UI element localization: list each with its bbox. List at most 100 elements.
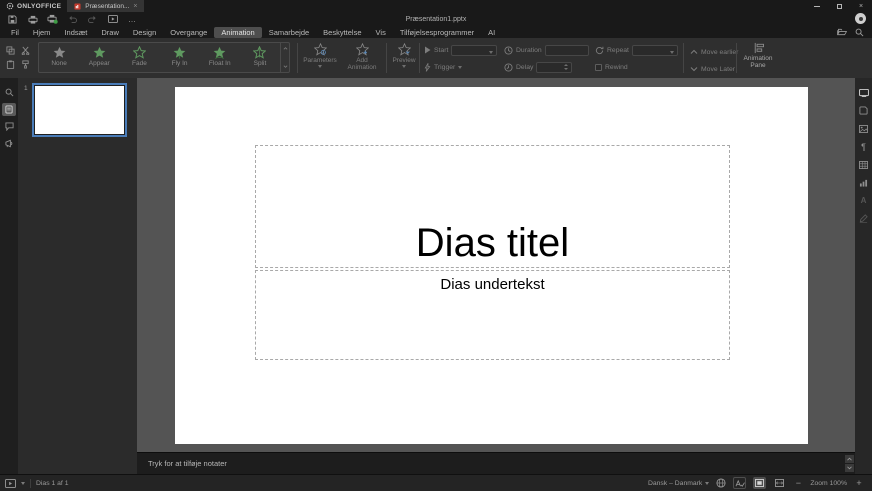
tab-vis[interactable]: Vis — [369, 27, 393, 38]
ribbon-separator — [297, 43, 298, 73]
tab-samarbejde[interactable]: Samarbejde — [262, 27, 316, 38]
find-icon[interactable] — [2, 86, 16, 99]
zoom-in-button[interactable]: + — [854, 478, 864, 488]
trigger-caret-icon[interactable] — [458, 66, 463, 69]
rewind-checkbox[interactable] — [595, 63, 602, 71]
tab-beskyttelse[interactable]: Beskyttelse — [316, 27, 368, 38]
slide-title-text: Dias titel — [415, 221, 570, 265]
document-tab[interactable]: Præsentation... × — [67, 0, 145, 12]
parameters-button[interactable]: Parameters — [300, 43, 340, 69]
textart-settings-icon[interactable]: A — [857, 194, 871, 207]
scroll-up-button[interactable] — [845, 455, 854, 463]
animation-pane-button[interactable]: Animation Pane — [738, 42, 778, 70]
paragraph-settings-icon[interactable]: ¶ — [857, 140, 871, 153]
preview-button[interactable]: Preview — [389, 43, 419, 69]
move-earlier-button[interactable]: Move earlier — [690, 46, 738, 58]
animation-none[interactable]: None — [39, 43, 79, 72]
editor-column: Dias titel Dias undertekst Tryk for at t… — [137, 78, 855, 474]
redo-button[interactable] — [87, 14, 98, 25]
set-language-globe-icon[interactable] — [716, 478, 726, 488]
undo-button[interactable] — [67, 14, 78, 25]
slide-settings-icon[interactable] — [857, 86, 871, 99]
move-later-button[interactable]: Move Later — [690, 63, 735, 75]
zoom-out-button[interactable]: − — [793, 478, 803, 488]
slide[interactable]: Dias titel Dias undertekst — [175, 87, 808, 444]
shape-settings-icon[interactable] — [857, 104, 871, 117]
notes-area[interactable]: Tryk for at tilføje notater — [137, 452, 855, 474]
vertical-scrollbar — [845, 455, 854, 472]
tab-indsaet[interactable]: Indsæt — [57, 27, 94, 38]
print-button[interactable] — [27, 14, 38, 25]
fit-to-width-button[interactable] — [773, 477, 786, 489]
right-settings-toolbar: ¶ A — [855, 78, 872, 474]
tab-fil[interactable]: Fil — [4, 27, 26, 38]
scroll-down-button[interactable] — [845, 464, 854, 472]
save-button[interactable] — [7, 14, 18, 25]
duration-input[interactable] — [544, 44, 589, 56]
more-options-button[interactable]: … — [127, 14, 138, 25]
tab-close-icon[interactable]: × — [133, 3, 137, 10]
chart-settings-icon[interactable] — [857, 176, 871, 189]
table-settings-icon[interactable] — [857, 158, 871, 171]
copy-style-button[interactable] — [19, 58, 32, 70]
tab-ai[interactable]: AI — [481, 27, 502, 38]
animation-float-in[interactable]: Float In — [200, 43, 240, 72]
onlyoffice-logo-icon — [6, 2, 14, 10]
tab-draw[interactable]: Draw — [94, 27, 126, 38]
slide-thumbnail[interactable] — [32, 83, 127, 137]
tab-design[interactable]: Design — [126, 27, 163, 38]
gallery-scroll-buttons[interactable] — [280, 43, 289, 72]
add-animation-icon — [355, 43, 369, 56]
language-selector[interactable]: Dansk – Danmark — [648, 480, 710, 487]
comments-icon[interactable] — [2, 120, 16, 133]
start-select[interactable] — [451, 44, 498, 56]
subtitle-placeholder[interactable]: Dias undertekst — [255, 270, 730, 360]
feedback-icon[interactable] — [2, 137, 16, 150]
gallery-scroll-up-icon — [283, 47, 287, 50]
repeat-row: Repeat — [595, 44, 678, 56]
zoom-level: Zoom 100% — [810, 479, 847, 487]
animation-fly-in[interactable]: Fly In — [160, 43, 200, 72]
delay-row: Delay — [504, 61, 573, 73]
user-avatar[interactable] — [855, 13, 866, 24]
paste-button[interactable] — [4, 58, 17, 70]
tab-animation[interactable]: Animation — [214, 26, 262, 38]
copy-button[interactable] — [4, 44, 17, 56]
start-icon — [425, 46, 431, 54]
status-bar: Dias 1 af 1 Dansk – Danmark − Zoom 100% … — [0, 474, 872, 491]
animation-fade[interactable]: Fade — [119, 43, 159, 72]
signature-settings-icon[interactable] — [857, 212, 871, 225]
main-area: 1 Dias titel Dias undertekst Tryk for at… — [0, 78, 872, 474]
repeat-select[interactable] — [631, 44, 678, 56]
close-button[interactable]: × — [850, 0, 872, 12]
slideshow-caret-icon[interactable] — [21, 482, 25, 485]
slide-counter: Dias 1 af 1 — [36, 479, 69, 487]
parameters-caret-icon — [318, 65, 322, 69]
duration-clock-icon — [504, 45, 513, 55]
quick-print-button[interactable] — [47, 14, 58, 25]
add-animation-button[interactable]: Add Animation — [342, 43, 382, 72]
start-slideshow-button[interactable] — [107, 14, 118, 25]
tab-hjem[interactable]: Hjem — [26, 27, 58, 38]
search-icon[interactable] — [855, 28, 864, 37]
maximize-button[interactable] — [828, 0, 850, 12]
tab-tilfoejelsesprogrammer[interactable]: Tilføjelsesprogrammer — [393, 27, 481, 38]
image-settings-icon[interactable] — [857, 122, 871, 135]
parameters-icon — [313, 43, 327, 56]
animation-split[interactable]: Split — [240, 43, 280, 72]
spell-check-toggle[interactable] — [733, 477, 747, 489]
title-placeholder[interactable]: Dias titel — [255, 145, 730, 268]
delay-stepper[interactable] — [536, 61, 573, 73]
slideshow-icon[interactable] — [5, 478, 16, 488]
minimize-button[interactable] — [806, 0, 828, 12]
app-logo: ONLYOFFICE — [0, 0, 67, 12]
delay-spinner-icons[interactable] — [562, 63, 570, 72]
animation-appear[interactable]: Appear — [79, 43, 119, 72]
animation-ribbon: None Appear Fade Fly In Float In Split P… — [0, 38, 872, 78]
cut-button[interactable] — [19, 44, 32, 56]
open-file-location-icon[interactable] — [837, 28, 847, 36]
slide-thumbnails-icon[interactable] — [2, 103, 16, 116]
tab-overgange[interactable]: Overgange — [163, 27, 214, 38]
delay-clock-icon — [504, 62, 513, 72]
fit-to-slide-button[interactable] — [753, 477, 767, 489]
